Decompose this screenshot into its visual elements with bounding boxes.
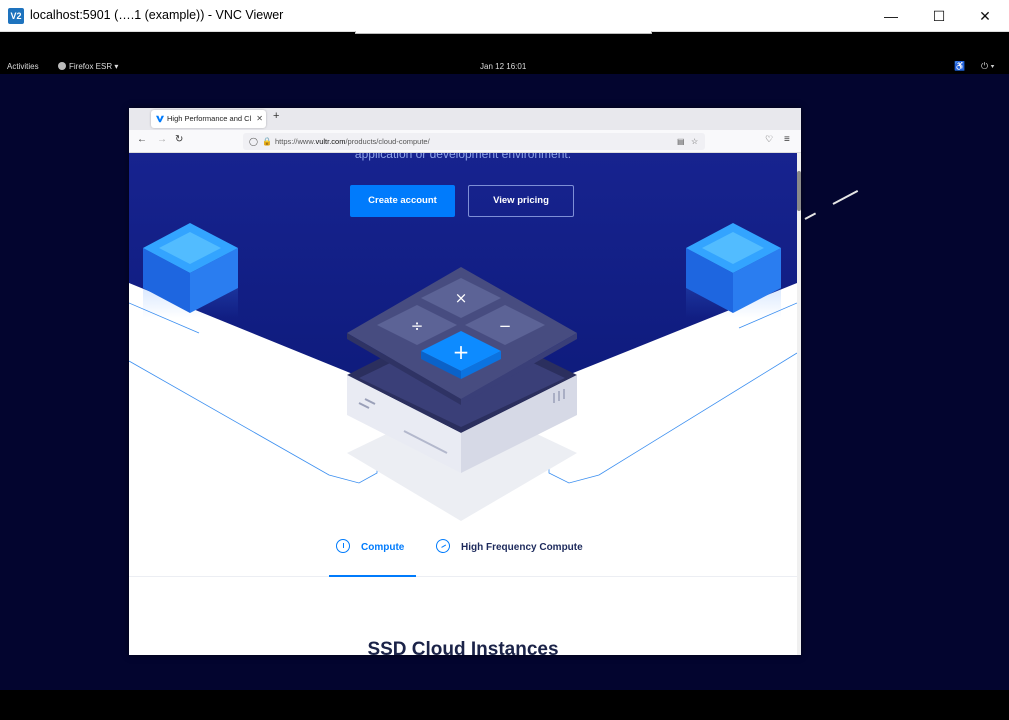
browser-tab[interactable]: High Performance and Cl ✕ [151,110,266,128]
maximize-button[interactable]: ☐ [924,4,954,28]
forward-button[interactable]: → [157,134,167,145]
hero-subtext: application or development environment. [354,153,572,161]
power-menu-icon[interactable]: ⏻ ▾ [981,61,994,72]
clock[interactable]: Jan 12 16:01 [480,62,526,71]
svg-text:+: + [453,340,470,364]
create-account-button[interactable]: Create account [350,185,455,217]
navigation-toolbar: ← → ↻ ◯ 🔒 https://www.vultr.com/products… [129,130,801,153]
firefox-window: High Performance and Cl ✕ + ← → ↻ ◯ 🔒 ht… [129,108,801,655]
gauge-icon [336,539,350,554]
url-bar[interactable]: ◯ 🔒 https://www.vultr.com/products/cloud… [243,133,705,150]
section-heading: SSD Cloud Instances [367,639,559,655]
close-button[interactable]: ✕ [970,4,1000,28]
gauge-icon [433,536,453,556]
tab-compute-label: Compute [361,542,405,553]
vnc-logo-icon: V2 [8,8,24,24]
scrollbar-thumb[interactable] [797,171,801,211]
app-menu-label: Firefox ESR ▾ [69,62,119,71]
vultr-favicon-icon [156,115,164,123]
tab-close-icon[interactable]: ✕ [254,110,263,128]
gnome-top-bar: Activities Firefox ESR ▾ Jan 12 16:01 ♿ … [0,58,1009,74]
browser-tab-title: High Performance and Cl [167,114,252,123]
tab-high-frequency-compute[interactable]: High Frequency Compute [433,533,606,577]
app-menu-button[interactable]: Firefox ESR ▾ [58,62,118,71]
new-tab-button[interactable]: + [273,110,279,122]
vnc-toolbar-handle[interactable] [355,31,652,34]
svg-text:−: − [499,317,512,335]
page-scrollbar[interactable] [797,153,801,655]
lock-icon: 🔒 [262,137,272,146]
svg-text:×: × [455,289,468,307]
menu-icon[interactable]: ≡ [784,134,790,145]
shield-icon: ◯ [249,137,258,146]
tab-strip: High Performance and Cl ✕ + [129,108,801,130]
view-pricing-button[interactable]: View pricing [468,185,574,217]
window-title: localhost:5901 (….1 (example)) - VNC Vie… [30,8,284,22]
bookmark-star-icon[interactable]: ☆ [691,133,698,150]
vnc-titlebar: V2 localhost:5901 (….1 (example)) - VNC … [0,0,1009,32]
vnc-bottom-area [0,690,1009,720]
back-button[interactable]: ← [137,134,147,145]
reader-view-icon[interactable]: ▤ [677,133,685,150]
tab-high-frequency-label: High Frequency Compute [461,542,583,553]
svg-text:÷: ÷ [411,317,424,335]
activities-button[interactable]: Activities [7,62,39,71]
accessibility-icon[interactable]: ♿ [954,61,965,72]
minimize-button[interactable]: — [876,4,906,28]
tab-compute[interactable]: Compute [329,533,416,577]
firefox-icon [58,62,66,70]
hero-illustration: × ÷ − + [129,153,797,521]
url-text: https://www.vultr.com/products/cloud-com… [275,137,430,146]
compute-tabs: Compute High Frequency Compute [129,533,797,577]
web-page: × ÷ − + application or development envir… [129,153,797,655]
pocket-icon[interactable]: ♡ [765,134,773,145]
reload-button[interactable]: ↻ [175,134,183,145]
